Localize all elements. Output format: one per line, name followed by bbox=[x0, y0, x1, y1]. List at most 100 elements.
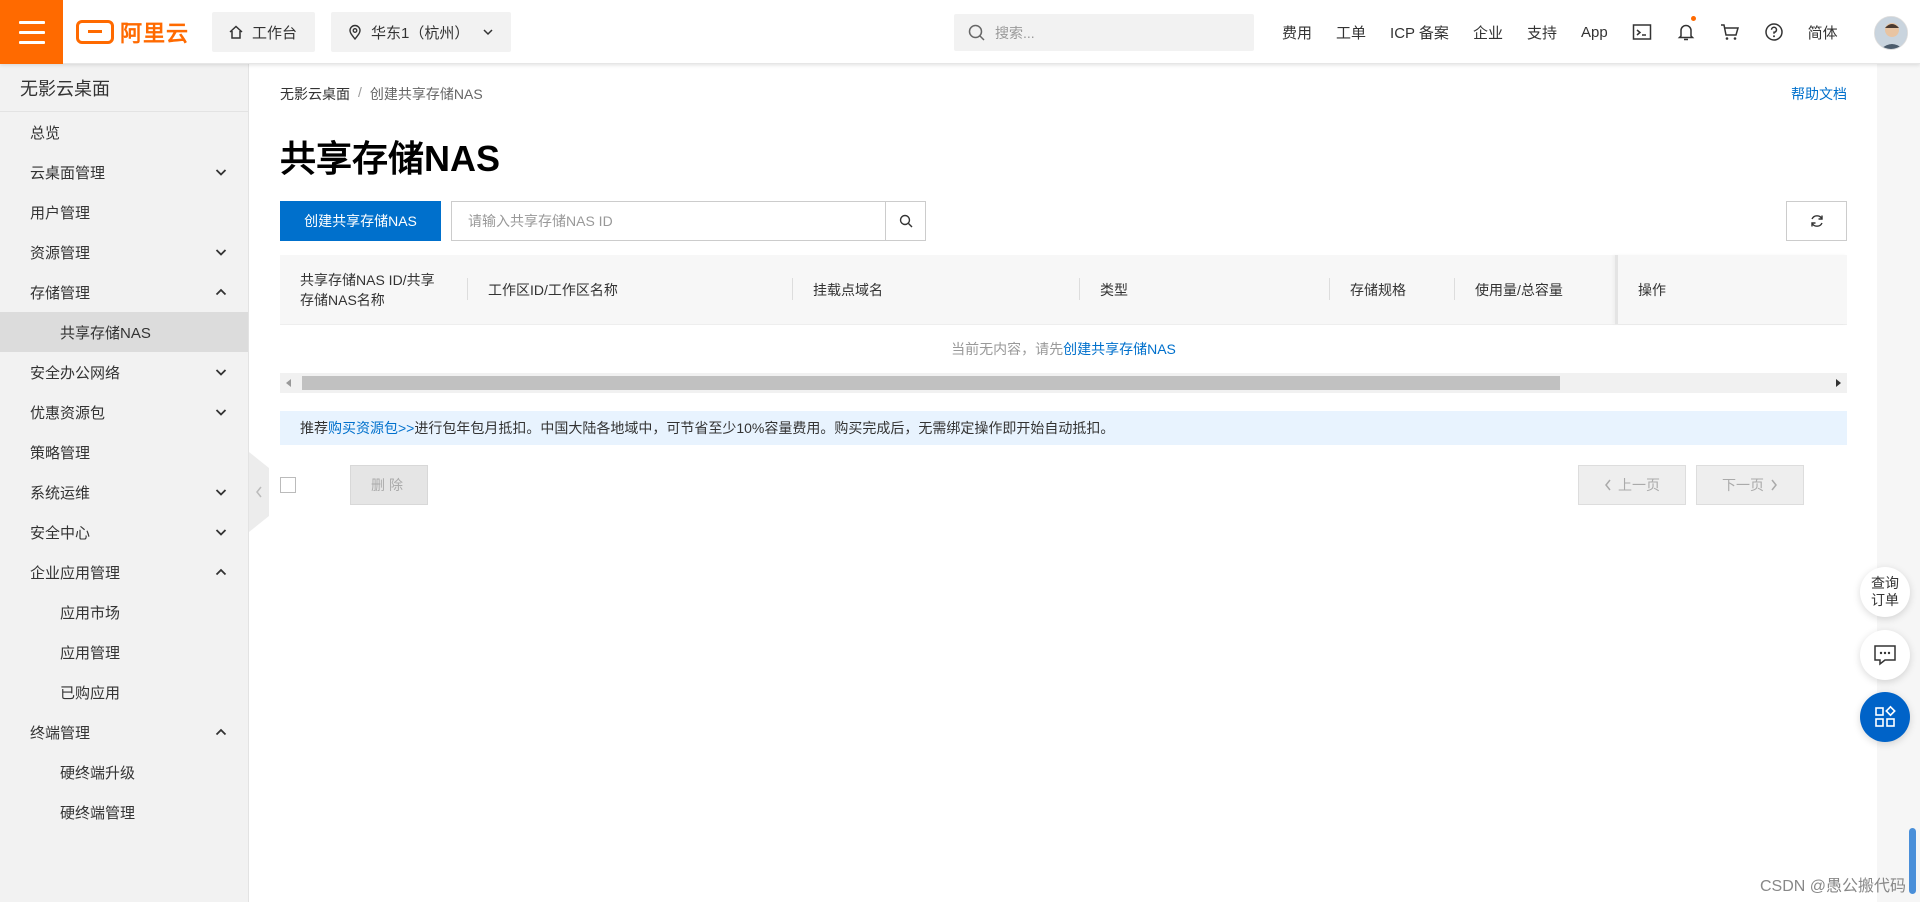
column-mount-domain: 挂载点域名 bbox=[793, 255, 1080, 324]
main-content: 无影云桌面 / 创建共享存储NAS 帮助文档 共享存储NAS 创建共享存储NAS… bbox=[250, 64, 1877, 902]
scroll-left-arrow[interactable] bbox=[280, 373, 298, 393]
sidebar-item-label: 硬终端升级 bbox=[60, 764, 136, 782]
sidebar-item[interactable]: 已购应用 bbox=[0, 672, 248, 712]
help-icon bbox=[1764, 23, 1783, 41]
workbench-button[interactable]: 工作台 bbox=[212, 12, 315, 52]
delete-button[interactable]: 删除 bbox=[350, 465, 428, 505]
home-icon bbox=[229, 25, 243, 39]
global-search-input[interactable] bbox=[995, 24, 1215, 41]
apps-quick-menu-button[interactable] bbox=[1860, 692, 1910, 742]
table-header: 共享存储NAS ID/共享存储NAS名称 工作区ID/工作区名称 挂载点域名 类… bbox=[280, 255, 1847, 325]
nav-icp[interactable]: ICP 备案 bbox=[1378, 22, 1461, 43]
sidebar-item[interactable]: 终端管理 bbox=[0, 712, 248, 752]
table-horizontal-scrollbar[interactable] bbox=[280, 373, 1847, 393]
sidebar-item-label: 硬终端管理 bbox=[60, 804, 136, 822]
help-button[interactable] bbox=[1752, 0, 1796, 64]
next-page-label: 下一页 bbox=[1722, 477, 1764, 493]
chevron-down-icon bbox=[215, 409, 227, 416]
buy-resource-pack-link[interactable]: 购买资源包>> bbox=[328, 418, 414, 438]
select-all-checkbox[interactable] bbox=[280, 477, 296, 493]
breadcrumb: 无影云桌面 / 创建共享存储NAS bbox=[280, 84, 483, 104]
empty-state: 当前无内容，请先 创建共享存储NAS bbox=[280, 325, 1847, 373]
nas-id-search-input[interactable] bbox=[452, 202, 885, 240]
query-order-line1: 查询 bbox=[1871, 575, 1899, 591]
chevron-up-icon bbox=[215, 568, 227, 576]
sidebar-item[interactable]: 用户管理 bbox=[0, 192, 248, 232]
terminal-button[interactable] bbox=[1620, 0, 1664, 64]
nav-fees[interactable]: 费用 bbox=[1270, 22, 1324, 43]
user-avatar[interactable] bbox=[1874, 16, 1908, 50]
hamburger-menu-button[interactable] bbox=[0, 0, 63, 64]
sidebar-item[interactable]: 安全中心 bbox=[0, 512, 248, 552]
create-nas-button[interactable]: 创建共享存储NAS bbox=[280, 201, 441, 241]
page-vertical-scrollbar[interactable] bbox=[1877, 64, 1920, 902]
scroll-indicator bbox=[1909, 828, 1916, 894]
sidebar-item-label: 已购应用 bbox=[60, 684, 121, 702]
nav-tickets[interactable]: 工单 bbox=[1324, 22, 1378, 43]
page-title: 共享存储NAS bbox=[280, 138, 501, 179]
chevron-down-icon bbox=[483, 29, 493, 36]
refresh-button[interactable] bbox=[1786, 201, 1847, 241]
top-bar: 阿里云 工作台 华东1（杭州） 费用 工单 ICP 备案 企业 支持 App 简 bbox=[0, 0, 1920, 64]
scroll-right-arrow[interactable] bbox=[1829, 373, 1847, 393]
sidebar-item[interactable]: 硬终端升级 bbox=[0, 752, 248, 792]
column-workspace: 工作区ID/工作区名称 bbox=[468, 255, 793, 324]
next-page-button[interactable]: 下一页 bbox=[1696, 465, 1804, 505]
help-docs-link[interactable]: 帮助文档 bbox=[1791, 84, 1847, 104]
aliyun-logo-icon bbox=[76, 20, 114, 44]
sidebar-item[interactable]: 系统运维 bbox=[0, 472, 248, 512]
nav-support[interactable]: 支持 bbox=[1515, 22, 1569, 43]
sidebar-item[interactable]: 企业应用管理 bbox=[0, 552, 248, 592]
sidebar-item[interactable]: 策略管理 bbox=[0, 432, 248, 472]
query-order-button[interactable]: 查询 订单 bbox=[1860, 567, 1910, 617]
sidebar-item[interactable]: 存储管理 bbox=[0, 272, 248, 312]
sidebar-title: 无影云桌面 bbox=[0, 64, 248, 112]
language-switch[interactable]: 简体 bbox=[1796, 22, 1850, 43]
sidebar-item[interactable]: 硬终端管理 bbox=[0, 792, 248, 832]
breadcrumb-current: 创建共享存储NAS bbox=[369, 86, 483, 102]
apps-grid-icon bbox=[1875, 705, 1896, 727]
nav-enterprise[interactable]: 企业 bbox=[1461, 22, 1515, 43]
empty-state-text: 当前无内容，请先 bbox=[951, 341, 1064, 357]
region-selector[interactable]: 华东1（杭州） bbox=[331, 12, 511, 52]
notice-prefix: 推荐 bbox=[300, 420, 328, 436]
column-storage-spec: 存储规格 bbox=[1330, 255, 1455, 324]
global-search[interactable] bbox=[954, 14, 1254, 51]
cart-icon bbox=[1720, 24, 1739, 40]
sidebar-item-label: 安全办公网络 bbox=[30, 364, 121, 382]
chevron-down-icon bbox=[215, 169, 227, 176]
sidebar-item-label: 优惠资源包 bbox=[30, 404, 106, 422]
empty-create-nas-link[interactable]: 创建共享存储NAS bbox=[1063, 339, 1176, 359]
aliyun-logo[interactable]: 阿里云 bbox=[76, 16, 189, 48]
nav-app[interactable]: App bbox=[1569, 24, 1620, 41]
sidebar-item[interactable]: 共享存储NAS bbox=[0, 312, 248, 352]
chevron-down-icon bbox=[215, 369, 227, 376]
sidebar-item[interactable]: 优惠资源包 bbox=[0, 392, 248, 432]
sidebar-item[interactable]: 应用管理 bbox=[0, 632, 248, 672]
region-label: 华东1（杭州） bbox=[371, 24, 470, 42]
sidebar-item[interactable]: 总览 bbox=[0, 112, 248, 152]
sidebar-item-label: 总览 bbox=[30, 124, 61, 142]
sidebar-item[interactable]: 云桌面管理 bbox=[0, 152, 248, 192]
search-icon bbox=[968, 24, 985, 41]
feedback-chat-button[interactable] bbox=[1860, 630, 1910, 680]
notification-button[interactable] bbox=[1664, 0, 1708, 64]
prev-page-button[interactable]: 上一页 bbox=[1578, 465, 1686, 505]
sidebar-item[interactable]: 资源管理 bbox=[0, 232, 248, 272]
sidebar-item-label: 应用管理 bbox=[60, 644, 121, 662]
chevron-up-icon bbox=[215, 728, 227, 736]
refresh-icon bbox=[1810, 215, 1823, 227]
nas-table: 共享存储NAS ID/共享存储NAS名称 工作区ID/工作区名称 挂载点域名 类… bbox=[280, 255, 1847, 373]
breadcrumb-root[interactable]: 无影云桌面 bbox=[280, 84, 350, 104]
sidebar-item-label: 企业应用管理 bbox=[30, 564, 121, 582]
column-nas-id: 共享存储NAS ID/共享存储NAS名称 bbox=[280, 255, 468, 324]
nas-search-button[interactable] bbox=[885, 202, 925, 240]
triangle-right-icon bbox=[1836, 379, 1841, 387]
scrollbar-thumb[interactable] bbox=[302, 376, 1560, 390]
sidebar-item[interactable]: 应用市场 bbox=[0, 592, 248, 632]
watermark: CSDN @愚公搬代码 bbox=[1759, 878, 1906, 895]
chevron-down-icon bbox=[215, 529, 227, 536]
cart-button[interactable] bbox=[1708, 0, 1752, 64]
top-nav: 费用 工单 ICP 备案 企业 支持 App 简体 bbox=[1270, 0, 1850, 64]
sidebar-item[interactable]: 安全办公网络 bbox=[0, 352, 248, 392]
